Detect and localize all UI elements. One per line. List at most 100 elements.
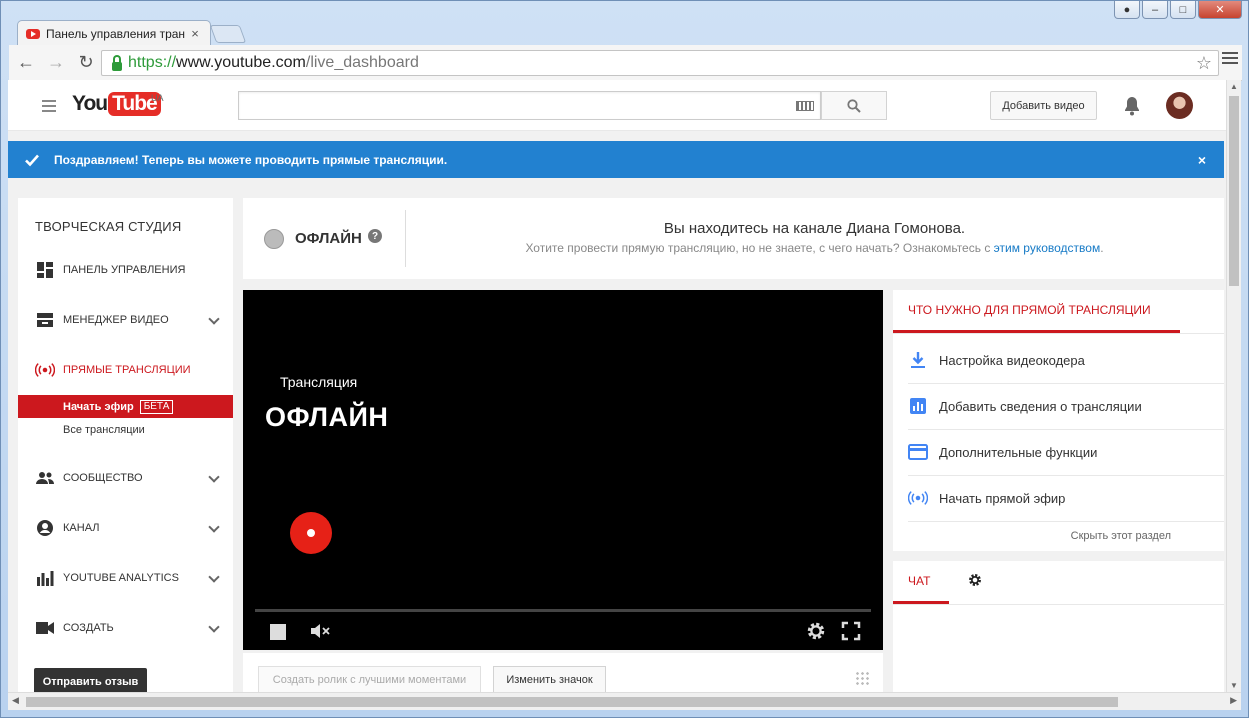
requirement-encoder-setup[interactable]: Настройка видеокодера [908,337,1224,383]
video-player[interactable]: Трансляция ОФЛАЙН [243,290,883,650]
scroll-down-icon[interactable]: ▼ [1230,681,1238,690]
chevron-down-icon[interactable] [208,471,220,483]
notification-bell-icon[interactable] [1120,94,1144,118]
close-window-button[interactable]: ✕ [1198,1,1242,19]
tab-title: Панель управления тран [46,26,186,41]
browser-menu-icon[interactable] [1222,52,1238,67]
chevron-down-icon[interactable] [208,571,220,583]
search-button[interactable] [821,91,887,120]
tab-close-icon[interactable]: × [188,26,202,41]
chevron-down-icon[interactable] [208,621,220,633]
sidebar-item-analytics[interactable]: YOUTUBE ANALYTICS [35,567,220,589]
create-icon [35,619,55,637]
scroll-right-icon[interactable]: ▶ [1230,695,1237,706]
sidebar-item-dashboard[interactable]: ПАНЕЛЬ УПРАВЛЕНИЯ [35,259,218,281]
tab-strip: Панель управления тран × ● – □ ✕ [1,1,1248,46]
creator-studio-sidebar: ТВОРЧЕСКАЯ СТУДИЯ ПАНЕЛЬ УПРАВЛЕНИЯ МЕНЕ… [18,198,233,692]
guide-link[interactable]: этим руководством [994,241,1101,255]
youtube-header: You Tube UA Добавить видео [8,80,1226,131]
alert-close-icon[interactable]: × [1198,152,1206,168]
back-icon[interactable]: ← [13,50,39,76]
record-indicator-icon [290,512,332,554]
scrollbar-thumb[interactable] [26,697,1118,707]
help-icon[interactable]: ? [368,229,382,243]
live-icon [35,361,55,379]
divider [908,521,1224,522]
fullscreen-icon[interactable] [841,621,861,641]
divider [893,604,1224,605]
search-icon [847,98,861,113]
sidebar-subitem-all-streams[interactable]: Все трансляции [63,424,145,436]
reload-icon[interactable]: ↻ [73,50,99,76]
requirement-label: Настройка видеокодера [939,352,1085,368]
status-label: ОФЛАЙН [295,230,362,247]
create-highlights-button[interactable]: Создать ролик с лучшими моментами [258,666,481,692]
sidebar-item-live[interactable]: ПРЯМЫЕ ТРАНСЛЯЦИИ [35,359,218,381]
dashboard-icon [35,261,55,279]
beta-badge: БЕТА [139,399,174,414]
settings-gear-icon[interactable] [806,621,826,641]
vertical-scrollbar[interactable]: ▲ ▼ [1226,80,1241,692]
requirement-stream-info[interactable]: Добавить сведения о трансляции [908,383,1224,429]
chart-icon [908,396,928,416]
youtube-logo[interactable]: You Tube [72,92,161,116]
send-feedback-button[interactable]: Отправить отзыв [34,668,147,692]
sidebar-title: ТВОРЧЕСКАЯ СТУДИЯ [35,219,182,234]
channel-icon [35,519,55,537]
minimize-button[interactable]: – [1142,1,1168,19]
url-path: /live_dashboard [305,54,419,71]
stop-icon[interactable] [270,624,286,640]
hide-section-link[interactable]: Скрыть этот раздел [1071,530,1171,542]
region-label: UA [151,93,164,103]
sidebar-item-channel[interactable]: КАНАЛ [35,517,220,539]
sidebar-item-video-manager[interactable]: МЕНЕДЖЕР ВИДЕО [35,309,220,331]
player-status: ОФЛАЙН [265,402,389,432]
avatar[interactable] [1166,92,1193,119]
scroll-left-icon[interactable]: ◀ [12,695,19,706]
hint-suffix: . [1100,241,1104,255]
logo-you: You [72,92,108,115]
address-bar[interactable]: https:// www.youtube.com /live_dashboard… [101,50,1219,76]
scrollbar-thumb[interactable] [1229,96,1239,286]
requirement-extra-features[interactable]: Дополнительные функции [908,429,1224,475]
community-icon [35,469,55,487]
forward-icon[interactable]: → [43,50,69,76]
keyboard-icon[interactable] [796,101,814,111]
guide-hint: Хотите провести прямую трансляцию, но не… [405,241,1224,255]
checkmark-icon [25,154,39,166]
player-subtitle: Трансляция [280,374,358,390]
search-input[interactable] [238,91,821,120]
analytics-icon [35,569,55,587]
requirement-go-live[interactable]: Начать прямой эфир [908,475,1224,521]
tab-chat[interactable]: ЧАТ [908,574,930,588]
bookmark-star-icon[interactable]: ☆ [1196,53,1212,74]
youtube-favicon-icon [26,28,40,39]
progress-bar[interactable] [255,609,871,612]
tab-requirements[interactable]: ЧТО НУЖНО ДЛЯ ПРЯМОЙ ТРАНСЛЯЦИИ [908,303,1151,317]
sidebar-item-create[interactable]: СОЗДАТЬ [35,617,220,639]
lock-icon [112,54,122,71]
mute-icon[interactable] [309,622,331,640]
sidebar-subitem-start-stream[interactable]: Начать эфир БЕТА [18,395,233,418]
scroll-up-icon[interactable]: ▲ [1230,82,1238,91]
new-tab-button[interactable] [209,25,247,43]
browser-toolbar: ← → ↻ https:// www.youtube.com /live_das… [9,45,1242,81]
hint-text: Хотите провести прямую трансляцию, но не… [525,241,994,255]
sidebar-item-community[interactable]: СООБЩЕСТВО [35,467,220,489]
sidebar-item-label: ПАНЕЛЬ УПРАВЛЕНИЯ [63,264,186,276]
change-thumbnail-button[interactable]: Изменить значок [493,666,606,692]
requirement-label: Начать прямой эфир [939,490,1066,506]
maximize-button[interactable]: □ [1170,1,1196,19]
browser-tab[interactable]: Панель управления тран × [17,20,211,46]
chat-settings-gear-icon[interactable] [968,573,982,587]
video-manager-icon [35,311,55,329]
user-icon[interactable]: ● [1114,1,1140,19]
guide-menu-icon[interactable] [42,100,56,115]
chevron-down-icon[interactable] [208,313,220,325]
chevron-down-icon[interactable] [208,521,220,533]
horizontal-scrollbar[interactable]: ◀ ▶ [8,692,1241,710]
requirement-label: Дополнительные функции [939,444,1098,460]
divider [405,210,406,267]
grid-handle-icon[interactable] [855,671,869,685]
upload-video-button[interactable]: Добавить видео [990,91,1097,120]
